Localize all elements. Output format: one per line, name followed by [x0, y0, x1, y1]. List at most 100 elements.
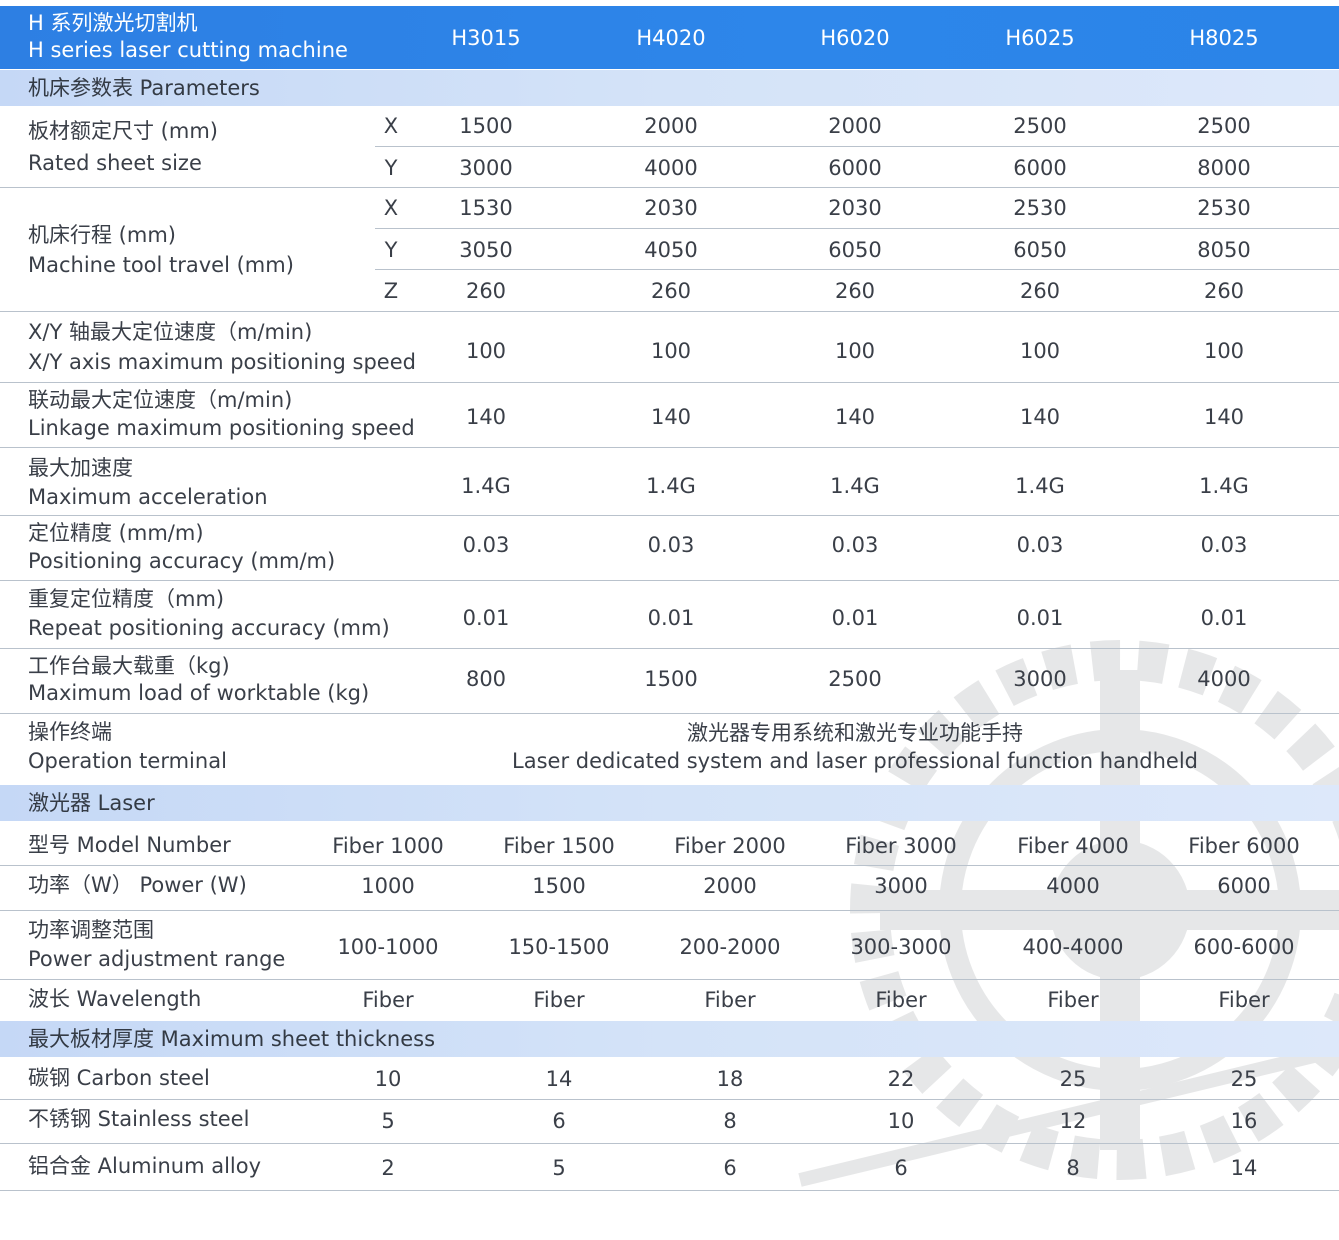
model-header: H4020	[636, 26, 706, 50]
table-cell: 2000	[644, 114, 698, 138]
table-cell: Fiber	[1047, 988, 1099, 1012]
model-header: H3015	[451, 26, 521, 50]
table-cell: 260	[650, 279, 692, 303]
table-cell: 100	[465, 339, 507, 363]
terminal-value-en: Laser dedicated system and laser profess…	[512, 749, 1198, 773]
table-title-zh: H 系列激光切割机	[28, 11, 198, 35]
table-cell: 260	[1203, 279, 1245, 303]
table-cell: 10	[374, 1067, 402, 1091]
table-cell: 140	[1019, 405, 1061, 429]
row-label-zh: 板材额定尺寸 (mm)	[28, 119, 218, 143]
row-label-en: Rated sheet size	[28, 151, 202, 175]
table-cell: 800	[465, 667, 507, 691]
row-label-zh: 重复定位精度（mm)	[28, 587, 225, 611]
row-label: 波长 Wavelength	[28, 987, 202, 1011]
table-cell: 25	[1059, 1067, 1087, 1091]
row-label-en: Operation terminal	[28, 749, 227, 773]
table-cell: 260	[465, 279, 507, 303]
table-cell: 6	[723, 1156, 737, 1180]
row-label: 碳钢 Carbon steel	[28, 1066, 210, 1090]
table-cell: 16	[1230, 1109, 1258, 1133]
table-cell: 0.03	[1016, 533, 1064, 557]
table-cell: Fiber 2000	[674, 834, 786, 858]
model-header: H8025	[1189, 26, 1259, 50]
table-cell: 260	[1019, 279, 1061, 303]
model-header: H6025	[1005, 26, 1075, 50]
table-cell: 6050	[828, 238, 882, 262]
table-cell: 10	[887, 1109, 915, 1133]
table-cell: 2530	[1013, 196, 1067, 220]
table-cell: 260	[834, 279, 876, 303]
row-label-en: Repeat positioning accuracy (mm)	[28, 616, 390, 640]
row-divider	[375, 146, 1339, 147]
table-cell: 400-4000	[1022, 935, 1124, 959]
table-cell: 600-6000	[1193, 935, 1295, 959]
table-cell: 0.01	[831, 606, 879, 630]
table-cell: 1.4G	[830, 474, 880, 498]
axis-label: Y	[384, 238, 398, 262]
row-label-en: Positioning accuracy (mm/m)	[28, 549, 336, 573]
row-label-zh: 联动最大定位速度（m/min)	[28, 388, 293, 412]
row-divider	[0, 311, 1339, 312]
table-cell: Fiber 1000	[332, 834, 444, 858]
table-cell: 3050	[459, 238, 513, 262]
table-cell: 1.4G	[1199, 474, 1249, 498]
axis-label: Y	[384, 156, 398, 180]
table-cell: 100	[650, 339, 692, 363]
table-cell: 2000	[703, 874, 757, 898]
axis-label: X	[383, 114, 399, 138]
row-divider	[0, 187, 1339, 188]
table-cell: 100	[834, 339, 876, 363]
row-label: 不锈钢 Stainless steel	[28, 1107, 250, 1131]
row-divider	[0, 447, 1339, 448]
table-cell: 6000	[828, 156, 882, 180]
row-divider	[0, 515, 1339, 516]
row-divider	[0, 1190, 1339, 1191]
row-divider	[0, 580, 1339, 581]
table-cell: 14	[545, 1067, 573, 1091]
section-title: 激光器 Laser	[28, 791, 155, 815]
table-cell: 1500	[459, 114, 513, 138]
table-cell: 140	[650, 405, 692, 429]
table-cell: 300-3000	[850, 935, 952, 959]
table-cell: 2500	[1013, 114, 1067, 138]
table-cell: 6	[894, 1156, 908, 1180]
table-cell: 2500	[1197, 114, 1251, 138]
table-cell: 0.01	[1016, 606, 1064, 630]
row-label-en: Maximum acceleration	[28, 485, 268, 509]
axis-label: X	[383, 196, 399, 220]
table-cell: Fiber	[533, 988, 585, 1012]
table-cell: 0.01	[1200, 606, 1248, 630]
table-cell: 6	[552, 1109, 566, 1133]
table-cell: 3000	[1013, 667, 1067, 691]
table-cell: 1.4G	[646, 474, 696, 498]
terminal-value-zh: 激光器专用系统和激光专业功能手持	[687, 721, 1023, 745]
row-divider	[0, 1099, 1339, 1100]
table-cell: 2030	[828, 196, 882, 220]
table-cell: 140	[1203, 405, 1245, 429]
row-label-en: Maximum load of worktable (kg)	[28, 681, 370, 705]
row-divider	[0, 382, 1339, 383]
axis-label: Z	[383, 279, 399, 303]
table-cell: 1530	[459, 196, 513, 220]
table-cell: 4000	[1046, 874, 1100, 898]
table-cell: Fiber 4000	[1017, 834, 1129, 858]
row-label-en: Linkage maximum positioning speed	[28, 416, 415, 440]
row-divider	[0, 1143, 1339, 1144]
table-cell: 6050	[1013, 238, 1067, 262]
row-divider	[0, 713, 1339, 714]
table-cell: 3000	[459, 156, 513, 180]
table-cell: 140	[834, 405, 876, 429]
section-laser: 激光器 Laser	[0, 785, 1339, 821]
table-cell: 14	[1230, 1156, 1258, 1180]
row-label-zh: 功率调整范围	[28, 918, 154, 942]
table-cell: 22	[887, 1067, 915, 1091]
table-header: H 系列激光切割机 H series laser cutting machine…	[0, 6, 1339, 69]
row-divider	[0, 648, 1339, 649]
table-cell: Fiber	[704, 988, 756, 1012]
table-cell: 1500	[532, 874, 586, 898]
row-label: 型号 Model Number	[28, 833, 231, 857]
table-cell: 4000	[644, 156, 698, 180]
table-cell: 100-1000	[337, 935, 439, 959]
row-divider	[0, 865, 1339, 866]
